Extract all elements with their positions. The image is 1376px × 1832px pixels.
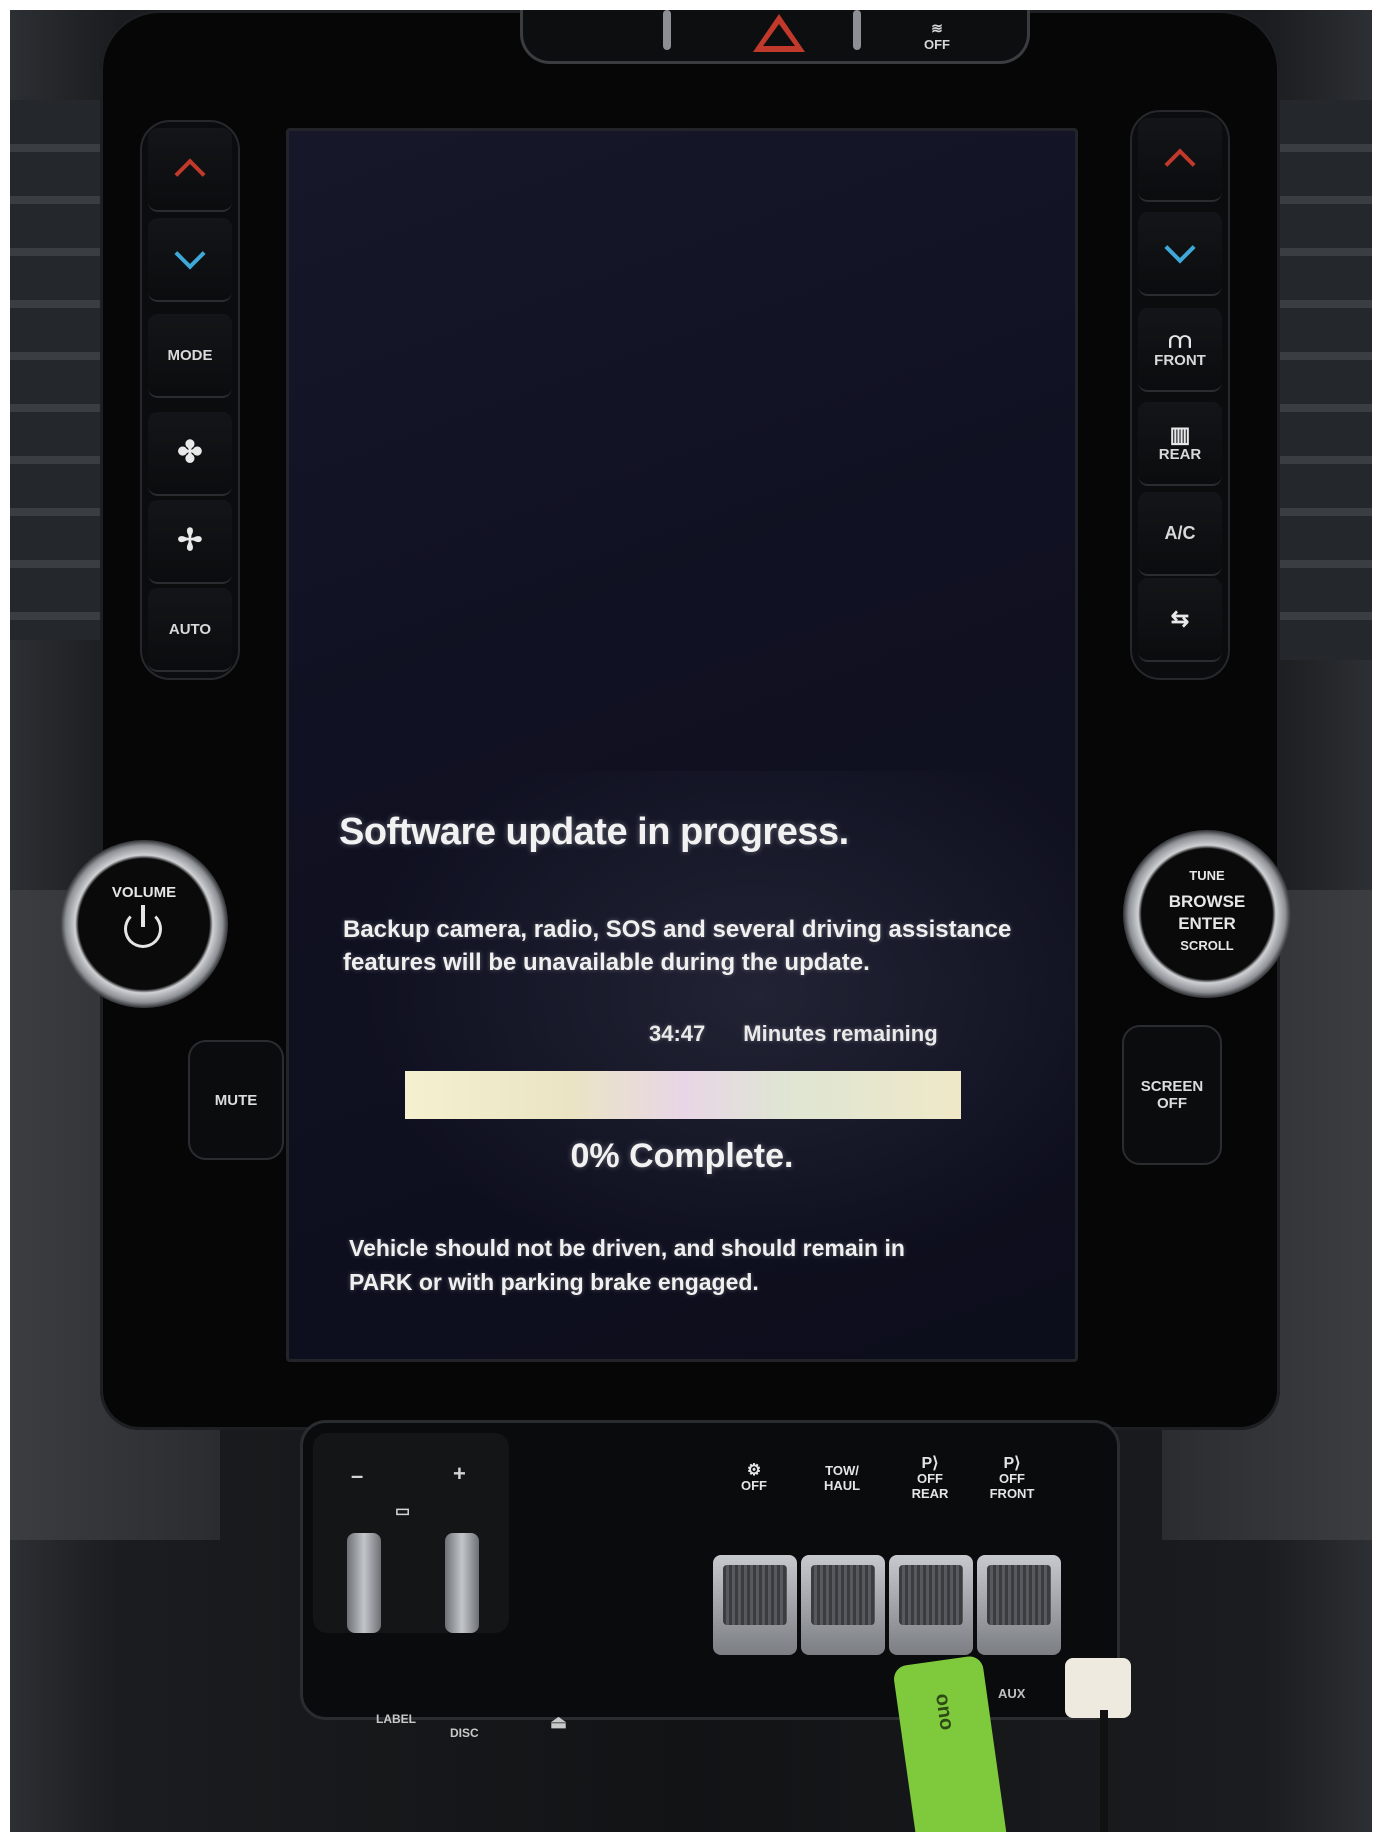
recirculation-button[interactable]: ⇆ [1138, 578, 1222, 662]
enter-label: ENTER [1178, 914, 1236, 933]
rear-defrost-button[interactable]: ▥ REAR [1138, 402, 1222, 486]
aux-port-label: AUX [998, 1686, 1026, 1701]
mode-button[interactable]: MODE [148, 314, 232, 398]
usb-brand-text: ono [930, 1692, 958, 1732]
trailer-brake-plus: + [453, 1461, 466, 1486]
auto-button[interactable]: AUTO [148, 588, 232, 672]
rear-park-assist-label: OFF REAR [911, 1470, 949, 1501]
eject-icon[interactable]: ⏏ [550, 1712, 567, 1733]
mode-label: MODE [167, 346, 213, 364]
tow-haul-label: TOW/ HAUL [823, 1463, 861, 1493]
trailer-brake-minus: – [351, 1463, 364, 1488]
traction-off-button[interactable]: ≋ OFF [911, 20, 963, 52]
mute-label: MUTE [214, 1091, 258, 1109]
rear-park-assist-switch[interactable]: P⟩ OFF REAR [891, 1443, 969, 1513]
trailer-brake-panel: – + ▭ [313, 1433, 509, 1633]
park-assist-icon: P⟩ [1003, 1454, 1021, 1472]
time-remaining-value: 34:47 [649, 1021, 706, 1046]
driving-warning-text: Vehicle should not be driven, and should… [349, 1235, 905, 1295]
park-assist-icon: P⟩ [921, 1454, 939, 1472]
label-button-text: LABEL [376, 1712, 416, 1726]
disc-button-text: DISC [450, 1726, 479, 1740]
ac-label: A/C [1164, 522, 1196, 543]
tune-label: TUNE [1189, 868, 1225, 883]
chevron-down-icon [1164, 232, 1196, 264]
front-defrost-label: FRONT [1154, 351, 1206, 369]
auto-label: AUTO [168, 620, 212, 638]
browse-label: BROWSE [1168, 892, 1246, 911]
infotainment-display: Software update in progress. Backup came… [286, 128, 1078, 1362]
rear-defrost-label: REAR [1158, 445, 1202, 463]
trailer-brake-decrease-paddle[interactable] [347, 1533, 381, 1633]
traction-off-switch-label: OFF [741, 1478, 767, 1493]
bar-divider [853, 10, 861, 50]
screen-off-label: SCREEN OFF [1140, 1078, 1204, 1112]
chevron-up-icon [1164, 148, 1196, 180]
progress-percent-text: 0% Complete. [570, 1137, 794, 1175]
update-title: Software update in progress. [339, 811, 849, 853]
screen-off-button[interactable]: SCREEN OFF [1122, 1025, 1222, 1165]
right-climate-controls: ⩋ FRONT ▥ REAR A/C ⇆ [1130, 110, 1230, 680]
bar-divider [663, 10, 671, 50]
front-park-assist-label: OFF FRONT [989, 1470, 1035, 1501]
power-icon [124, 905, 162, 948]
usb-cable-connector [1065, 1658, 1131, 1718]
rear-park-rocker-switch[interactable] [889, 1555, 973, 1655]
lower-switch-panel: – + ▭ ⚙ OFF TOW/ HAUL P⟩ OFF REAR P⟩ OFF… [300, 1420, 1120, 1720]
dashboard-photo: ≋ OFF MODE ✤ ✢ AUTO ⩋ FRONT ▥ REAR A/C ⇆… [10, 10, 1372, 1832]
ac-button[interactable]: A/C [1138, 492, 1222, 576]
left-climate-controls: MODE ✤ ✢ AUTO [140, 120, 240, 680]
passenger-temp-up-button[interactable] [1138, 118, 1222, 202]
front-park-rocker-switch[interactable] [977, 1555, 1061, 1655]
trailer-brake-increase-paddle[interactable] [445, 1533, 479, 1633]
traction-off-label: OFF [924, 37, 950, 52]
rear-defrost-icon: ▥ [1169, 421, 1191, 447]
fan-down-button[interactable]: ✢ [148, 500, 232, 584]
tune-browse-knob[interactable]: TUNE BROWSE ENTER SCROLL [1123, 830, 1291, 998]
hazard-button-bar: ≋ OFF [520, 10, 1030, 64]
driver-temp-up-button[interactable] [148, 128, 232, 212]
recirculation-car-icon: ⇆ [1170, 606, 1190, 631]
tow-haul-rocker-switch[interactable] [801, 1555, 885, 1655]
front-defrost-button[interactable]: ⩋ FRONT [1138, 308, 1222, 392]
usb-cable [1100, 1710, 1108, 1832]
volume-label: VOLUME [111, 884, 177, 901]
chevron-down-icon [174, 238, 206, 270]
update-description: Backup camera, radio, SOS and several dr… [343, 916, 1012, 976]
hazard-button[interactable] [753, 14, 805, 52]
time-remaining-label: Minutes remaining [743, 1021, 938, 1046]
passenger-temp-down-button[interactable] [1138, 212, 1222, 296]
scroll-label: SCROLL [1180, 938, 1234, 953]
mute-button[interactable]: MUTE [188, 1040, 284, 1160]
fan-up-icon: ✤ [177, 436, 203, 469]
chevron-up-icon [174, 158, 206, 190]
volume-knob[interactable]: VOLUME [60, 840, 228, 1008]
time-remaining-row: 34:47 Minutes remaining [649, 1021, 938, 1047]
trailer-icon: ▭ [395, 1503, 411, 1520]
fan-down-icon: ✢ [177, 524, 203, 557]
traction-control-icon: ⚙ [746, 1462, 762, 1479]
tow-haul-switch[interactable]: TOW/ HAUL [803, 1443, 881, 1513]
traction-control-icon: ≋ [931, 20, 943, 36]
traction-off-switch[interactable]: ⚙ OFF [715, 1443, 793, 1513]
traction-rocker-switch[interactable] [713, 1555, 797, 1655]
fan-up-button[interactable]: ✤ [148, 412, 232, 496]
update-progress-bar [405, 1071, 961, 1119]
driver-temp-down-button[interactable] [148, 218, 232, 302]
front-defrost-icon: ⩋ [1168, 327, 1192, 353]
front-park-assist-switch[interactable]: P⟩ OFF FRONT [973, 1443, 1051, 1513]
